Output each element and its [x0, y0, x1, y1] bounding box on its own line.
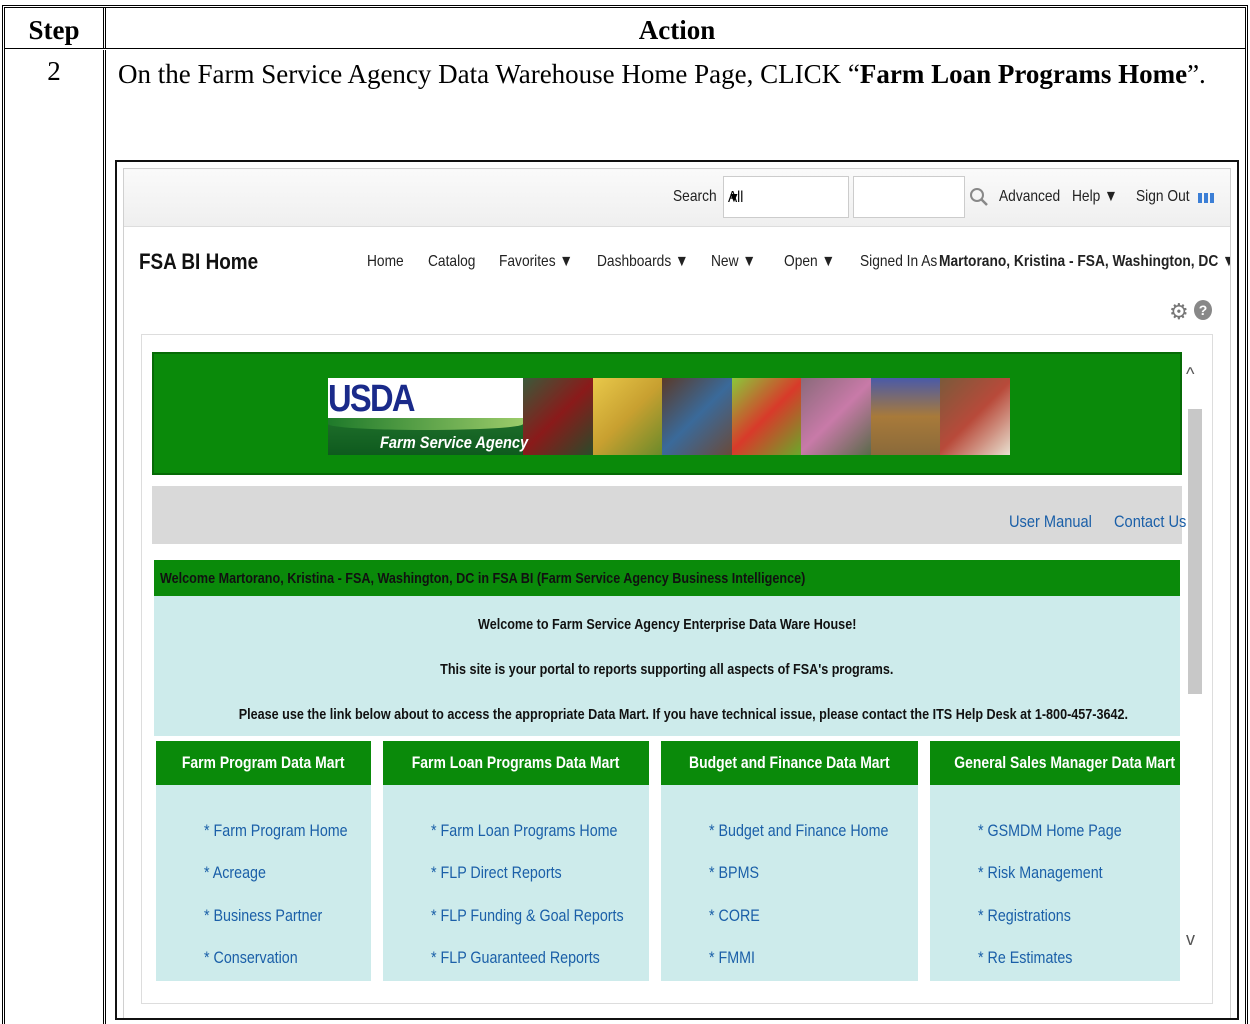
global-header: Search All ▼ Advanced Help ▼ Sign Out: [124, 169, 1230, 227]
photo-harvest: [870, 378, 941, 455]
photo-woman: [801, 378, 871, 455]
mart-title: Farm Program Data Mart: [156, 741, 371, 785]
dashboard-content: USDA Farm Service Agency User Manual Con…: [141, 334, 1213, 1004]
link-farm-loan-programs-home[interactable]: * Farm Loan Programs Home: [431, 821, 618, 841]
app-navbar: FSA BI Home Home Catalog Favorites ▼ Das…: [124, 227, 1230, 285]
welcome-line-2: This site is your portal to reports supp…: [440, 661, 894, 678]
mart-farm-program: Farm Program Data Mart * Farm Program Ho…: [156, 741, 371, 981]
search-icon[interactable]: [969, 187, 989, 207]
step-number: 2: [5, 50, 106, 1024]
mart-general-sales-manager: General Sales Manager Data Mart * GSMDM …: [930, 741, 1180, 981]
nav-catalog[interactable]: Catalog: [428, 253, 475, 271]
mart-farm-loan-programs: Farm Loan Programs Data Mart * Farm Loan…: [383, 741, 649, 981]
link-conservation[interactable]: * Conservation: [204, 948, 298, 968]
header-action: Action: [638, 15, 716, 45]
user-manual-link[interactable]: User Manual: [1009, 512, 1092, 532]
nav-home[interactable]: Home: [367, 253, 404, 271]
link-flp-guaranteed-reports[interactable]: * FLP Guaranteed Reports: [431, 948, 600, 968]
signed-in-label: Signed In As: [860, 253, 938, 270]
link-farm-program-home[interactable]: * Farm Program Home: [204, 821, 348, 841]
welcome-bar-text: Welcome Martorano, Kristina - FSA, Washi…: [160, 570, 806, 587]
link-flp-funding-goal-reports[interactable]: * FLP Funding & Goal Reports: [431, 906, 624, 926]
chevron-down-icon[interactable]: v: [1186, 929, 1195, 950]
chevron-up-icon[interactable]: ^: [1186, 364, 1194, 385]
nav-new[interactable]: New ▼: [711, 253, 756, 271]
link-business-partner[interactable]: * Business Partner: [204, 906, 322, 926]
header-step: Step: [5, 8, 106, 49]
welcome-line-3: Please use the link below about to acces…: [238, 706, 1129, 723]
advanced-link[interactable]: Advanced: [999, 188, 1060, 206]
signed-in-user-menu[interactable]: Martorano, Kristina - FSA, Washington, D…: [939, 253, 1230, 271]
apps-icon[interactable]: [1198, 193, 1216, 203]
photo-corn: [592, 378, 663, 455]
browser-page: Search All ▼ Advanced Help ▼ Sign Out FS…: [123, 168, 1231, 1018]
gear-icon[interactable]: ⚙: [1169, 299, 1189, 325]
search-input[interactable]: [853, 176, 965, 218]
search-label: Search: [673, 188, 717, 205]
vertical-scrollbar[interactable]: ^ v: [1176, 354, 1212, 994]
nav-favorites[interactable]: Favorites ▼: [499, 253, 573, 271]
instruction-suffix: ”.: [1187, 59, 1206, 89]
mart-title: Budget and Finance Data Mart: [661, 741, 918, 785]
photo-cardinal: [523, 378, 593, 455]
link-budget-finance-home[interactable]: * Budget and Finance Home: [709, 821, 888, 841]
screenshot: Search All ▼ Advanced Help ▼ Sign Out FS…: [115, 160, 1239, 1020]
usda-logo: USDA Farm Service Agency: [328, 378, 528, 455]
welcome-bar: Welcome Martorano, Kristina - FSA, Washi…: [154, 560, 1180, 596]
usda-logo-text: USDA: [328, 378, 415, 420]
search-scope-select[interactable]: All ▼: [723, 176, 849, 218]
link-bpms[interactable]: * BPMS: [709, 863, 759, 883]
welcome-line-1: Welcome to Farm Service Agency Enterpris…: [477, 616, 857, 633]
fsa-banner: USDA Farm Service Agency: [152, 352, 1182, 475]
instruction-text: On the Farm Service Agency Data Warehous…: [118, 56, 1228, 93]
instruction-prefix: On the Farm Service Agency Data Warehous…: [118, 59, 860, 89]
photo-cattle: [940, 378, 1010, 455]
mart-title: Farm Loan Programs Data Mart: [383, 741, 649, 785]
chevron-down-icon: ▼: [728, 189, 740, 205]
link-registrations[interactable]: * Registrations: [978, 906, 1071, 926]
nav-open[interactable]: Open ▼: [784, 253, 835, 271]
table-header-row: Step Action: [5, 8, 1245, 49]
link-fmmi[interactable]: * FMMI: [709, 948, 755, 968]
scrollbar-thumb[interactable]: [1188, 409, 1202, 694]
sign-out-link[interactable]: Sign Out: [1136, 188, 1190, 206]
photo-vegetables: [731, 378, 802, 455]
link-flp-direct-reports[interactable]: * FLP Direct Reports: [431, 863, 562, 883]
mart-title: General Sales Manager Data Mart: [930, 741, 1180, 785]
mart-budget-finance: Budget and Finance Data Mart * Budget an…: [661, 741, 918, 981]
link-re-estimates[interactable]: * Re Estimates: [978, 948, 1072, 968]
nav-dashboards[interactable]: Dashboards ▼: [597, 253, 689, 271]
link-risk-management[interactable]: * Risk Management: [978, 863, 1103, 883]
welcome-panel: Welcome to Farm Service Agency Enterpris…: [154, 596, 1180, 736]
link-gsmdm-home-page[interactable]: * GSMDM Home Page: [978, 821, 1122, 841]
help-icon[interactable]: ?: [1194, 300, 1212, 320]
link-core[interactable]: * CORE: [709, 906, 760, 926]
link-acreage[interactable]: * Acreage: [204, 863, 266, 883]
instruction-target: Farm Loan Programs Home: [859, 59, 1188, 89]
agency-logo-text: Farm Service Agency: [380, 433, 529, 452]
banner-image: USDA Farm Service Agency: [328, 378, 1010, 455]
help-menu[interactable]: Help ▼: [1072, 188, 1118, 206]
app-title[interactable]: FSA BI Home: [139, 249, 258, 275]
photo-child: [662, 378, 732, 455]
logo-swoosh: [328, 418, 523, 430]
